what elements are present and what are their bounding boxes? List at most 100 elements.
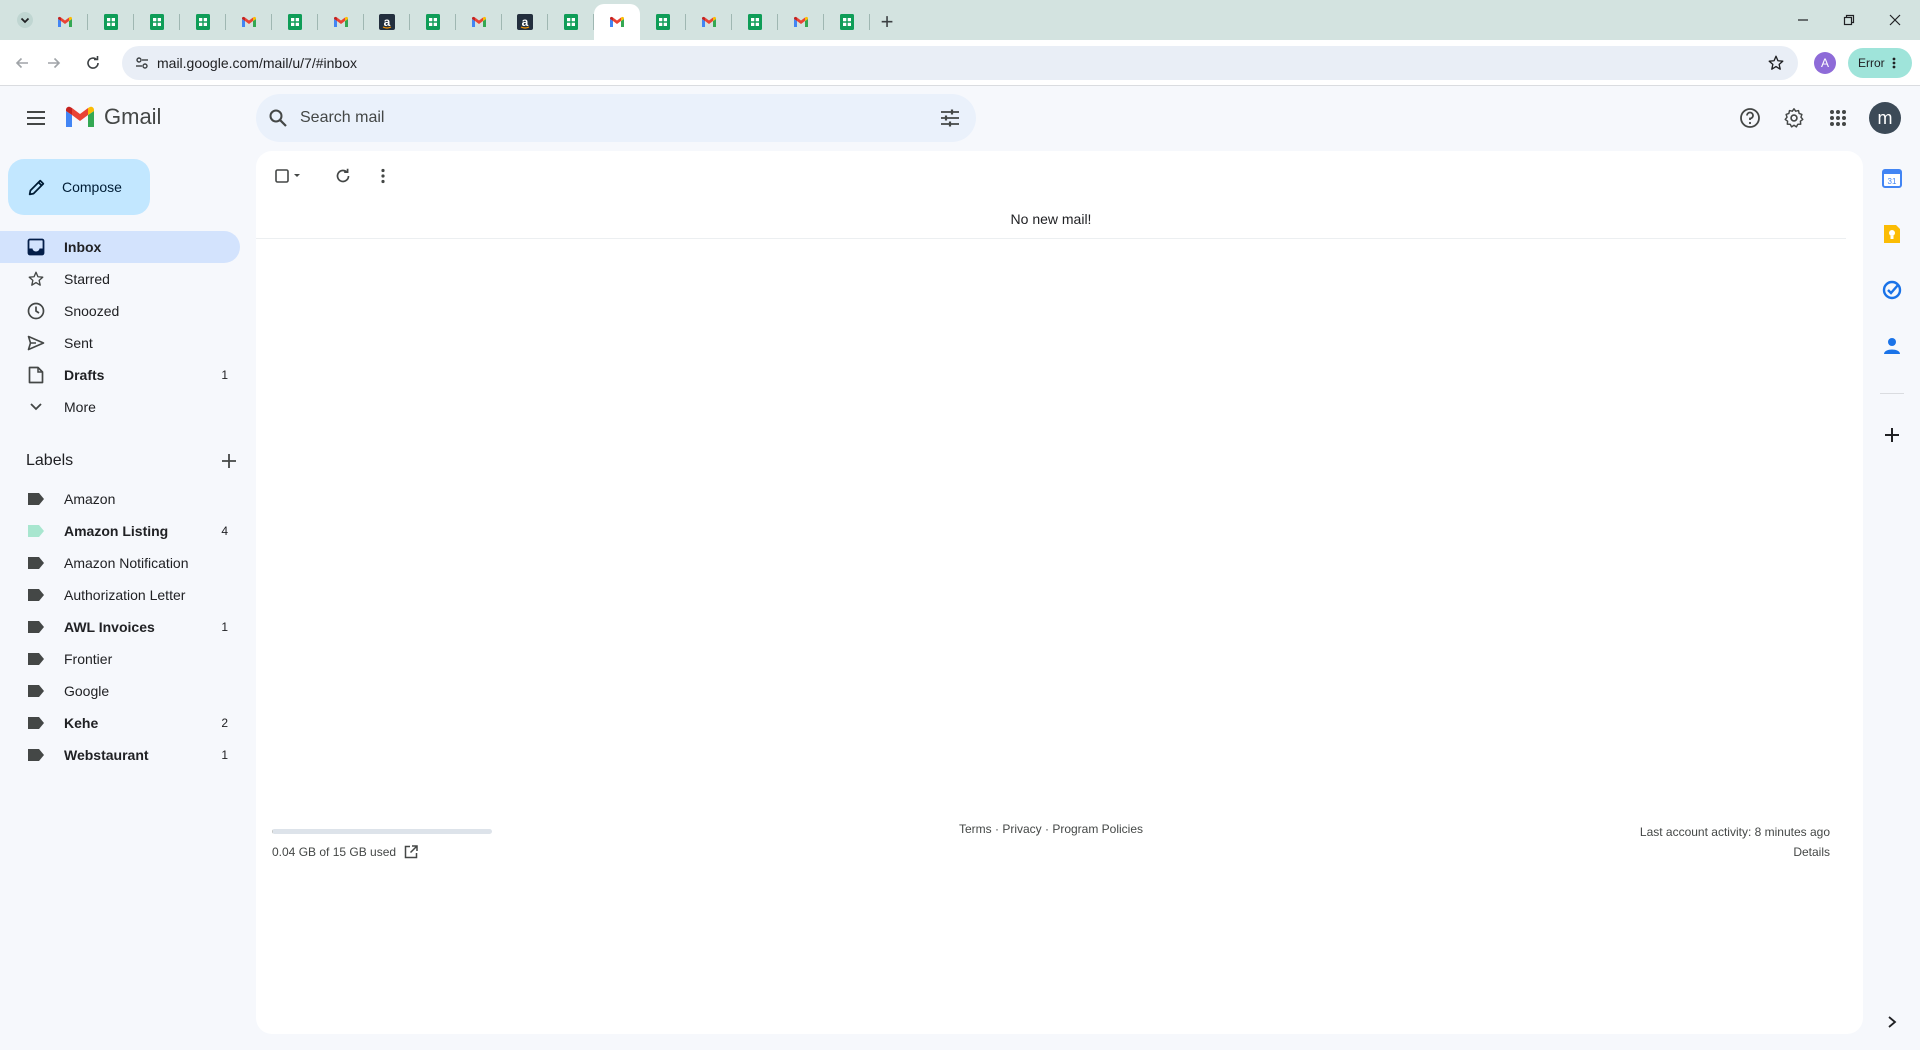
label-item[interactable]: Frontier [0, 643, 240, 675]
privacy-link[interactable]: Privacy [1002, 822, 1041, 836]
inbox-icon [26, 237, 46, 257]
label-tag-icon [26, 649, 46, 669]
nav-item-starred[interactable]: Starred [0, 263, 240, 295]
browser-tab[interactable] [824, 4, 870, 40]
nav-item-snoozed[interactable]: Snoozed [0, 295, 240, 327]
label-name: Amazon [64, 491, 116, 507]
bookmark-button[interactable] [1764, 51, 1788, 75]
more-vertical-icon [1892, 57, 1896, 69]
error-chip[interactable]: Error [1848, 48, 1912, 78]
browser-tab[interactable] [42, 4, 88, 40]
browser-tab[interactable] [548, 4, 594, 40]
expand-side-panel-button[interactable] [1878, 1008, 1906, 1036]
search-icon [269, 109, 287, 127]
label-item[interactable]: Amazon Listing 4 [0, 515, 240, 547]
nav-item-inbox[interactable]: Inbox [0, 231, 240, 263]
browser-tab[interactable] [180, 4, 226, 40]
plus-icon [1885, 428, 1899, 442]
forward-button[interactable] [38, 47, 70, 79]
contacts-app-button[interactable] [1878, 332, 1906, 360]
site-info-button[interactable] [130, 51, 154, 75]
browser-tab[interactable] [134, 4, 180, 40]
reload-button[interactable] [77, 47, 109, 79]
label-item[interactable]: Webstaurant 1 [0, 739, 240, 771]
browser-tab[interactable] [686, 4, 732, 40]
calendar-app-button[interactable]: 31 [1878, 164, 1906, 192]
plus-icon[interactable] [222, 454, 236, 468]
browser-tab[interactable] [226, 4, 272, 40]
url-text[interactable]: mail.google.com/mail/u/7/#inbox [157, 55, 357, 71]
browser-tab[interactable] [778, 4, 824, 40]
nav-item-label: Sent [64, 335, 93, 351]
close-window-button[interactable] [1872, 0, 1918, 40]
terms-link[interactable]: Terms [959, 822, 992, 836]
label-item[interactable]: Amazon Notification [0, 547, 240, 579]
browser-tab[interactable]: a [502, 4, 548, 40]
address-bar[interactable]: mail.google.com/mail/u/7/#inbox [122, 46, 1798, 80]
label-item[interactable]: Google [0, 675, 240, 707]
label-item[interactable]: Kehe 2 [0, 707, 240, 739]
back-button[interactable] [6, 47, 38, 79]
select-checkbox-button[interactable] [272, 163, 306, 189]
label-tag-icon [26, 585, 46, 605]
tune-icon [136, 57, 148, 69]
restore-button[interactable] [1826, 0, 1872, 40]
nav-item-label: More [64, 399, 96, 415]
label-item[interactable]: Amazon [0, 483, 240, 515]
account-avatar[interactable]: m [1869, 102, 1901, 134]
tasks-app-button[interactable] [1878, 276, 1906, 304]
keep-icon [1884, 225, 1900, 243]
search-input[interactable] [300, 106, 880, 130]
nav-item-drafts[interactable]: Drafts 1 [0, 359, 240, 391]
gmail-m-icon [66, 106, 94, 127]
last-activity-text: Last account activity: 8 minutes ago [1639, 825, 1830, 839]
open-in-new-icon[interactable] [404, 845, 418, 859]
arrow-right-icon [48, 57, 61, 69]
keep-app-button[interactable] [1878, 220, 1906, 248]
label-tag-icon [26, 713, 46, 733]
nav-item-more[interactable]: More [0, 391, 240, 423]
browser-tab[interactable]: a [364, 4, 410, 40]
label-count: 1 [221, 748, 228, 762]
label-name: Kehe [64, 715, 99, 731]
search-options-button[interactable] [938, 106, 962, 130]
nav-item-sent[interactable]: Sent [0, 327, 240, 359]
google-apps-button[interactable] [1822, 102, 1854, 134]
labels-list: Amazon Amazon Listing 4 Amazon Notification… [0, 483, 240, 771]
gmail-logo[interactable]: Gmail [64, 104, 161, 130]
browser-tab[interactable] [272, 4, 318, 40]
minimize-icon [1798, 19, 1808, 21]
program-policies-link[interactable]: Program Policies [1052, 822, 1143, 836]
browser-tab[interactable] [594, 4, 640, 40]
compose-button[interactable]: Compose [8, 159, 150, 215]
browser-tab[interactable] [318, 4, 364, 40]
details-link[interactable]: Details [1640, 842, 1830, 862]
empty-inbox-message: No new mail! [1010, 211, 1092, 227]
refresh-button[interactable] [330, 163, 356, 189]
browser-tab[interactable] [88, 4, 134, 40]
minimize-button[interactable] [1780, 0, 1826, 40]
label-name: AWL Invoices [64, 619, 155, 635]
browser-tab-bar: a a + [0, 0, 1920, 40]
tab-search-button[interactable] [8, 6, 42, 34]
mailbox-nav: Inbox Starred Snoozed Sent Drafts 1 More [0, 231, 240, 423]
browser-tab[interactable] [456, 4, 502, 40]
calendar-icon: 31 [1882, 169, 1902, 188]
new-tab-button[interactable]: + [870, 4, 904, 40]
label-item[interactable]: Authorization Letter [0, 579, 240, 611]
label-tag-icon [26, 521, 46, 541]
main-menu-button[interactable] [16, 98, 56, 138]
sheets-icon [748, 14, 762, 30]
browser-tab[interactable] [732, 4, 778, 40]
browser-tab[interactable] [640, 4, 686, 40]
label-tag-icon [26, 553, 46, 573]
label-count: 4 [221, 524, 228, 538]
label-item[interactable]: AWL Invoices 1 [0, 611, 240, 643]
more-actions-button[interactable] [370, 163, 396, 189]
browser-profile-avatar[interactable]: A [1814, 52, 1836, 74]
search-button[interactable] [266, 106, 290, 130]
get-addons-button[interactable] [1878, 421, 1906, 449]
support-button[interactable] [1734, 102, 1766, 134]
settings-button[interactable] [1778, 102, 1810, 134]
browser-tab[interactable] [410, 4, 456, 40]
